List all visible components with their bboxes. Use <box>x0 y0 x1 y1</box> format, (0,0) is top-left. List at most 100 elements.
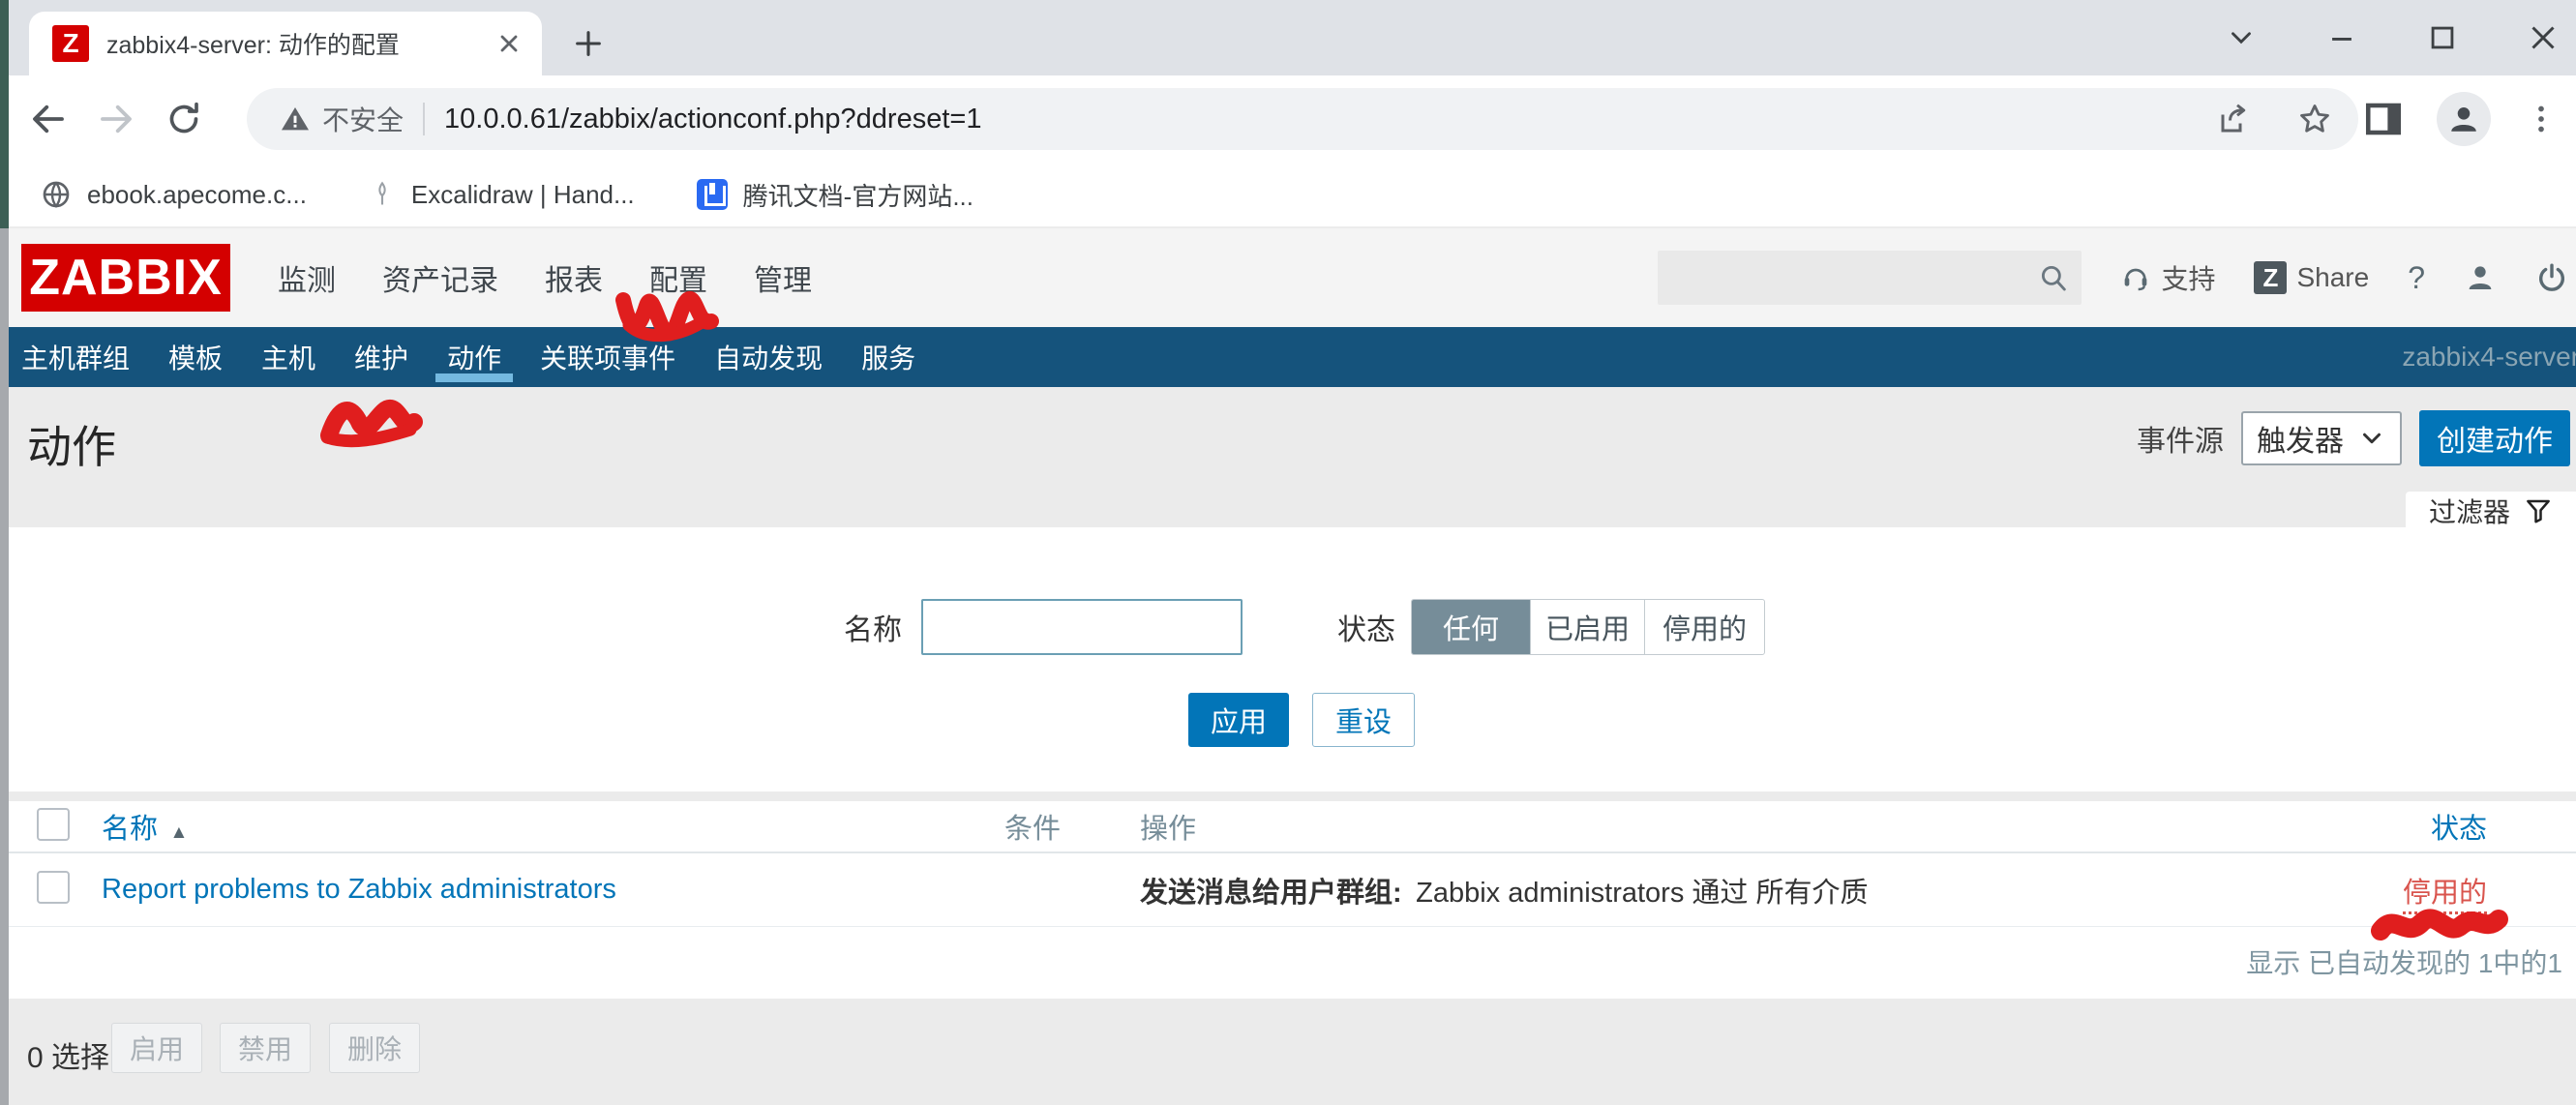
bookmark-excalidraw[interactable]: Excalidraw | Hand... <box>369 180 635 210</box>
status-option-any[interactable]: 任何 <box>1412 600 1530 654</box>
status-option-enabled[interactable]: 已启用 <box>1530 600 1644 654</box>
tab-search-chevron-icon[interactable] <box>2224 20 2259 55</box>
filter-name-label: 名称 <box>844 599 902 655</box>
filter-toggle-tab[interactable]: 过滤器 <box>2406 492 2576 530</box>
share-link[interactable]: Z Share <box>2254 261 2369 294</box>
submenu-templates[interactable]: 模板 <box>168 327 223 387</box>
submenu-hosts[interactable]: 主机 <box>261 327 315 387</box>
filter-tab-label: 过滤器 <box>2429 492 2510 530</box>
sort-by-name-header[interactable]: 名称 <box>102 814 158 845</box>
user-profile-icon[interactable] <box>2464 261 2497 294</box>
support-label: 支持 <box>2161 258 2215 297</box>
bookmark-label: 腾讯文档-官方网站... <box>743 177 973 213</box>
url-text[interactable]: 10.0.0.61/zabbix/actionconf.php?ddreset=… <box>444 104 981 135</box>
server-name-label: zabbix4-server <box>2402 327 2576 387</box>
submenu-services[interactable]: 服务 <box>861 327 915 387</box>
status-disabled-link[interactable]: 停用的 <box>2403 878 2487 914</box>
select-all-checkbox[interactable] <box>37 808 70 841</box>
action-name-link[interactable]: Report problems to Zabbix administrators <box>102 874 616 905</box>
row-checkbox[interactable] <box>37 871 70 904</box>
new-tab-button[interactable] <box>566 21 611 66</box>
sort-asc-icon: ▲ <box>169 822 188 843</box>
filter-funnel-icon <box>2524 496 2553 525</box>
apply-button[interactable]: 应用 <box>1188 693 1289 747</box>
browser-titlebar: Z zabbix4-server: 动作的配置 <box>0 0 2576 75</box>
browser-menu-icon[interactable] <box>2524 102 2559 136</box>
delete-button[interactable]: 删除 <box>329 1023 420 1073</box>
zabbix-share-icon: Z <box>2254 261 2287 294</box>
submenu-discovery[interactable]: 自动发现 <box>714 327 823 387</box>
filter-status-label: 状态 <box>1337 599 1395 655</box>
pencil-icon <box>369 181 396 208</box>
chevron-down-icon <box>2357 424 2386 453</box>
search-icon <box>2037 261 2070 299</box>
conditions-header: 条件 <box>1004 806 1140 847</box>
window-controls <box>2224 0 2561 75</box>
reload-icon[interactable] <box>159 94 209 144</box>
row-operation-detail: Zabbix administrators 通过 所有介质 <box>1416 878 1868 909</box>
bookmarks-bar: ebook.apecome.c... Excalidraw | Hand... … <box>0 163 2576 228</box>
bookmark-star-icon[interactable] <box>2296 101 2333 137</box>
security-label[interactable]: 不安全 <box>322 100 404 138</box>
row-operation-type: 发送消息给用户群组: <box>1140 878 1402 909</box>
screen: Z zabbix4-server: 动作的配置 <box>0 0 2576 1105</box>
global-search-input[interactable] <box>1658 251 2082 305</box>
menu-configuration[interactable]: 配置 <box>649 256 707 299</box>
globe-icon <box>41 179 72 210</box>
tab-title: zabbix4-server: 动作的配置 <box>106 26 482 61</box>
support-link[interactable]: 支持 <box>2120 258 2215 297</box>
zabbix-submenu: 主机群组 模板 主机 维护 动作 关联项事件 自动发现 服务 zabbix4-s… <box>0 327 2576 387</box>
window-edge-top <box>0 0 9 228</box>
zabbix-header: ZABBIX 监测 资产记录 报表 配置 管理 支持 Z Share ? <box>0 228 2576 327</box>
share-label: Share <box>2296 262 2369 293</box>
sort-by-status-header[interactable]: 状态 <box>2431 814 2487 845</box>
operations-header: 操作 <box>1140 806 2276 847</box>
side-panel-icon[interactable] <box>2363 99 2404 139</box>
bookmark-label: ebook.apecome.c... <box>87 180 307 210</box>
profile-avatar[interactable] <box>2437 92 2491 146</box>
menu-reports[interactable]: 报表 <box>545 256 603 299</box>
table-header-row: 名称 ▲ 条件 操作 状态 <box>0 801 2576 853</box>
submenu-event-correlation[interactable]: 关联项事件 <box>540 327 675 387</box>
zabbix-main-menu: 监测 资产记录 报表 配置 管理 <box>278 228 812 327</box>
browser-toolbar: 不安全 10.0.0.61/zabbix/actionconf.php?ddre… <box>0 75 2576 163</box>
share-page-icon[interactable] <box>2217 102 2252 136</box>
help-link[interactable]: ? <box>2408 260 2425 296</box>
minimize-icon[interactable] <box>2324 20 2359 55</box>
filter-name-input[interactable] <box>921 599 1243 655</box>
event-source-value: 触发器 <box>2257 417 2357 460</box>
table-summary: 显示 已自动发现的 1中的1 <box>0 927 2576 997</box>
maximize-icon[interactable] <box>2425 20 2460 55</box>
menu-inventory[interactable]: 资产记录 <box>382 256 498 299</box>
zabbix-logo[interactable]: ZABBIX <box>21 244 230 312</box>
close-window-icon[interactable] <box>2526 20 2561 55</box>
tab-close-icon[interactable] <box>495 30 523 57</box>
status-option-disabled[interactable]: 停用的 <box>1644 600 1764 654</box>
address-bar[interactable]: 不安全 10.0.0.61/zabbix/actionconf.php?ddre… <box>247 88 2358 150</box>
create-action-button[interactable]: 创建动作 <box>2419 410 2570 466</box>
bookmark-tencent-docs[interactable]: 腾讯文档-官方网站... <box>697 177 973 213</box>
event-source-label: 事件源 <box>2137 417 2224 460</box>
menu-monitoring[interactable]: 监测 <box>278 256 336 299</box>
logout-power-icon[interactable] <box>2535 261 2568 294</box>
forward-icon[interactable] <box>91 94 141 144</box>
event-source-select[interactable]: 触发器 <box>2241 411 2402 465</box>
page-title: 动作 <box>27 412 116 476</box>
bookmark-label: Excalidraw | Hand... <box>411 180 635 210</box>
submenu-maintenance[interactable]: 维护 <box>354 327 408 387</box>
reset-button[interactable]: 重设 <box>1312 693 1415 747</box>
back-icon[interactable] <box>23 94 74 144</box>
enable-button[interactable]: 启用 <box>111 1023 202 1073</box>
not-secure-warning-icon <box>280 104 311 134</box>
browser-tab[interactable]: Z zabbix4-server: 动作的配置 <box>29 12 542 75</box>
actions-table: 名称 ▲ 条件 操作 状态 Report problems to Zabbix … <box>0 801 2576 999</box>
submenu-host-groups[interactable]: 主机群组 <box>21 327 130 387</box>
disable-button[interactable]: 禁用 <box>220 1023 311 1073</box>
tencent-docs-icon <box>697 179 728 210</box>
table-row: Report problems to Zabbix administrators… <box>0 853 2576 927</box>
menu-administration[interactable]: 管理 <box>754 256 812 299</box>
selected-count-label: 0 选择 <box>27 1033 109 1076</box>
bookmark-ebook[interactable]: ebook.apecome.c... <box>41 179 307 210</box>
submenu-actions[interactable]: 动作 <box>447 327 501 387</box>
zabbix-favicon-icon: Z <box>52 25 89 62</box>
